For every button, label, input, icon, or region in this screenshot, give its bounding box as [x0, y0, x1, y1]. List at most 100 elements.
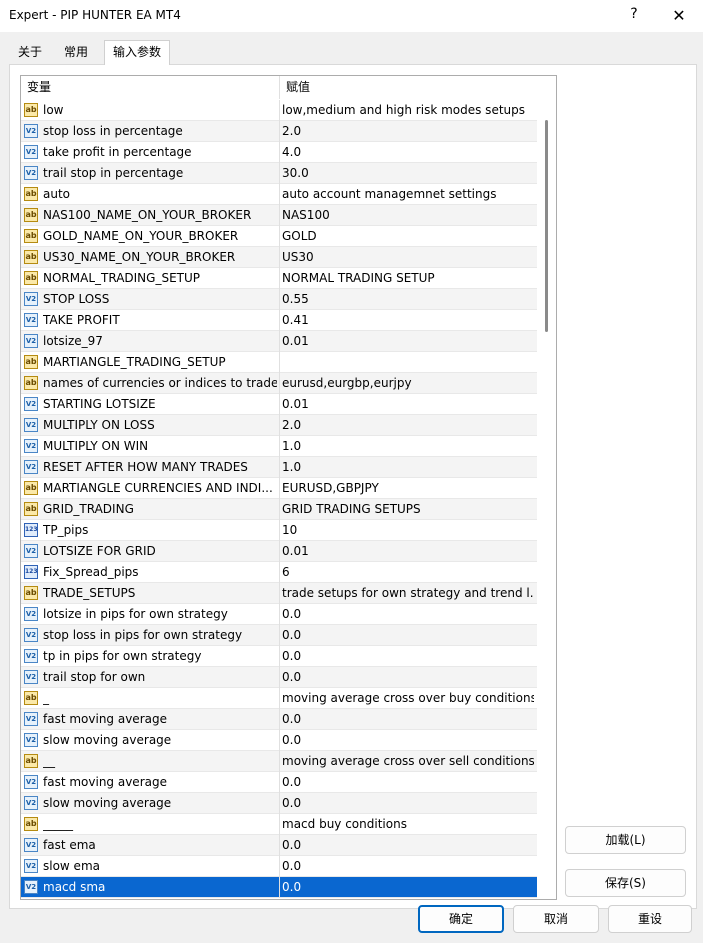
- param-value[interactable]: 0.41: [282, 310, 534, 330]
- param-value[interactable]: 0.0: [282, 646, 534, 666]
- param-name: __: [43, 754, 55, 768]
- reset-button[interactable]: 重设: [608, 905, 692, 933]
- param-name: lotsize_97: [43, 334, 103, 348]
- table-row[interactable]: V2 lotsize in pips for own strategy 0.0: [21, 604, 537, 625]
- param-value[interactable]: 0.01: [282, 394, 534, 414]
- param-value[interactable]: 0.01: [282, 541, 534, 561]
- param-value[interactable]: NORMAL TRADING SETUP: [282, 268, 534, 288]
- table-row[interactable]: ab low low,medium and high risk modes setu…: [21, 100, 537, 121]
- table-row[interactable]: ab NORMAL_TRADING_SETUP NORMAL TRADING SET…: [21, 268, 537, 289]
- table-row[interactable]: ab names of currencies or indices to trad…: [21, 373, 537, 394]
- param-value[interactable]: macd buy conditions: [282, 814, 534, 834]
- param-value[interactable]: 0.0: [282, 877, 534, 897]
- param-value[interactable]: 0.0: [282, 856, 534, 876]
- param-value[interactable]: US30: [282, 247, 534, 267]
- param-value[interactable]: trade setups for own strategy and trend …: [282, 583, 534, 603]
- param-name: lotsize in pips for own strategy: [43, 607, 228, 621]
- ok-button[interactable]: 确定: [418, 905, 504, 933]
- param-value[interactable]: 0.0: [282, 835, 534, 855]
- param-value[interactable]: eurusd,eurgbp,eurjpy: [282, 373, 534, 393]
- table-row[interactable]: V2 slow ema 0.0: [21, 856, 537, 877]
- param-value[interactable]: 0.01: [282, 331, 534, 351]
- param-value[interactable]: 1.0: [282, 457, 534, 477]
- param-value[interactable]: 0.0: [282, 625, 534, 645]
- cell-divider: [279, 184, 280, 205]
- table-row[interactable]: V2 MULTIPLY ON LOSS 2.0: [21, 415, 537, 436]
- table-row[interactable]: V2 trail stop for own 0.0: [21, 667, 537, 688]
- table-row[interactable]: ab GOLD_NAME_ON_YOUR_BROKER GOLD: [21, 226, 537, 247]
- table-row[interactable]: V2 slow moving average 0.0: [21, 730, 537, 751]
- param-value[interactable]: [282, 352, 534, 372]
- table-row[interactable]: ab _ moving average cross over buy conditi…: [21, 688, 537, 709]
- tab-inputs[interactable]: 输入参数: [104, 40, 170, 65]
- param-value[interactable]: 2.0: [282, 415, 534, 435]
- table-row[interactable]: V2 fast moving average 0.0: [21, 772, 537, 793]
- table-row[interactable]: V2 slow moving average 0.0: [21, 793, 537, 814]
- header-value[interactable]: 赋值: [280, 76, 536, 99]
- table-row[interactable]: V2 trail stop in percentage 30.0: [21, 163, 537, 184]
- table-row[interactable]: ab MARTIANGLE CURRENCIES AND INDI... EURUS…: [21, 478, 537, 499]
- param-value[interactable]: 0.0: [282, 730, 534, 750]
- param-value[interactable]: 2.0: [282, 121, 534, 141]
- param-value[interactable]: 0.0: [282, 793, 534, 813]
- vertical-scrollbar[interactable]: [537, 100, 555, 898]
- table-row[interactable]: V2 take profit in percentage 4.0: [21, 142, 537, 163]
- param-value[interactable]: 30.0: [282, 163, 534, 183]
- param-value[interactable]: 0.0: [282, 772, 534, 792]
- table-row[interactable]: ab MARTIANGLE_TRADING_SETUP: [21, 352, 537, 373]
- table-row[interactable]: ab __ moving average cross over sell condi…: [21, 751, 537, 772]
- table-row[interactable]: V2 STOP LOSS 0.55: [21, 289, 537, 310]
- param-value[interactable]: 4.0: [282, 142, 534, 162]
- table-row[interactable]: 123 Fix_Spread_pips 6: [21, 562, 537, 583]
- tab-about[interactable]: 关于: [10, 41, 50, 63]
- table-row[interactable]: V2 fast ema 0.0: [21, 835, 537, 856]
- table-row[interactable]: V2 LOTSIZE FOR GRID 0.01: [21, 541, 537, 562]
- integer-type-icon: 123: [24, 523, 38, 537]
- param-value[interactable]: 0.0: [282, 667, 534, 687]
- param-value[interactable]: GOLD: [282, 226, 534, 246]
- table-row[interactable]: ab TRADE_SETUPS trade setups for own strat…: [21, 583, 537, 604]
- table-row[interactable]: 123 TP_pips 10: [21, 520, 537, 541]
- param-name: MARTIANGLE_TRADING_SETUP: [43, 355, 226, 369]
- scrollbar-thumb[interactable]: [545, 120, 548, 332]
- param-value[interactable]: EURUSD,GBPJPY: [282, 478, 534, 498]
- table-row[interactable]: V2 lotsize_97 0.01: [21, 331, 537, 352]
- param-value[interactable]: 0.0: [282, 604, 534, 624]
- cancel-button[interactable]: 取消: [513, 905, 599, 933]
- string-type-icon: ab: [24, 250, 38, 264]
- param-value[interactable]: NAS100: [282, 205, 534, 225]
- param-value[interactable]: GRID TRADING SETUPS: [282, 499, 534, 519]
- param-value[interactable]: 6: [282, 562, 534, 582]
- help-icon[interactable]: ?: [626, 6, 642, 26]
- param-value[interactable]: auto account managemnet settings: [282, 184, 534, 204]
- header-variable[interactable]: 变量: [21, 76, 279, 99]
- table-row[interactable]: V2 STARTING LOTSIZE 0.01: [21, 394, 537, 415]
- table-row[interactable]: V2 TAKE PROFIT 0.41: [21, 310, 537, 331]
- table-row[interactable]: V2 fast moving average 0.0: [21, 709, 537, 730]
- param-value[interactable]: moving average cross over buy conditions: [282, 688, 534, 708]
- param-value[interactable]: 10: [282, 520, 534, 540]
- param-value[interactable]: 1.0: [282, 436, 534, 456]
- tab-common[interactable]: 常用: [54, 41, 98, 63]
- table-row[interactable]: ab _____ macd buy conditions: [21, 814, 537, 835]
- param-value[interactable]: moving average cross over sell condition…: [282, 751, 534, 771]
- load-button[interactable]: 加载(L): [565, 826, 686, 854]
- param-name: slow moving average: [43, 733, 172, 747]
- table-row[interactable]: V2 stop loss in percentage 2.0: [21, 121, 537, 142]
- param-name: MULTIPLY ON LOSS: [43, 418, 155, 432]
- table-row[interactable]: ab NAS100_NAME_ON_YOUR_BROKER NAS100: [21, 205, 537, 226]
- table-row[interactable]: V2 RESET AFTER HOW MANY TRADES 1.0: [21, 457, 537, 478]
- param-value[interactable]: low,medium and high risk modes setups: [282, 100, 534, 120]
- table-row[interactable]: ab auto auto account managemnet settings: [21, 184, 537, 205]
- table-row[interactable]: ab GRID_TRADING GRID TRADING SETUPS: [21, 499, 537, 520]
- table-row[interactable]: V2 MULTIPLY ON WIN 1.0: [21, 436, 537, 457]
- save-button[interactable]: 保存(S): [565, 869, 686, 897]
- table-row[interactable]: V2 stop loss in pips for own strategy 0.0: [21, 625, 537, 646]
- close-icon[interactable]: ✕: [671, 6, 687, 26]
- table-row[interactable]: ab US30_NAME_ON_YOUR_BROKER US30: [21, 247, 537, 268]
- param-value[interactable]: 0.0: [282, 709, 534, 729]
- param-value[interactable]: 0.55: [282, 289, 534, 309]
- parameters-grid[interactable]: 变量 赋值 ab low low,medium and high risk mode…: [20, 75, 557, 900]
- table-row[interactable]: V2 tp in pips for own strategy 0.0: [21, 646, 537, 667]
- table-row[interactable]: V2 macd sma 0.0: [21, 877, 537, 898]
